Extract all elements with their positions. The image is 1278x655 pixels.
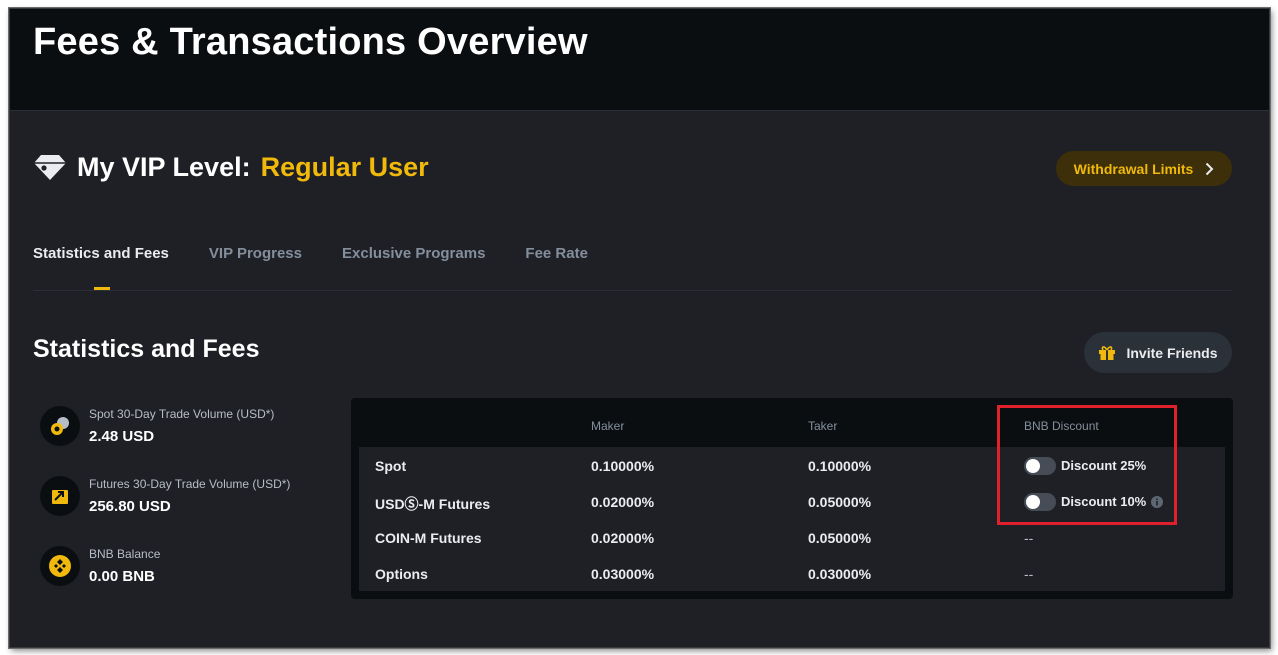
invite-friends-button[interactable]: Invite Friends [1084, 332, 1232, 373]
withdrawal-limits-button[interactable]: Withdrawal Limits [1056, 151, 1232, 186]
chevron-right-icon [1205, 162, 1214, 176]
stat-futures-volume: Futures 30-Day Trade Volume (USD*) 256.8… [40, 476, 290, 516]
annotation-highlight-box [997, 405, 1177, 525]
maker-fee: 0.10000% [591, 458, 655, 474]
taker-fee: 0.05000% [808, 530, 872, 546]
taker-fee: 0.05000% [808, 494, 872, 510]
futures-volume-icon [40, 476, 80, 516]
page-title: Fees & Transactions Overview [33, 21, 588, 63]
tab-vip-progress[interactable]: VIP Progress [209, 245, 302, 262]
tabs-divider [33, 290, 1232, 291]
bnb-discount-empty: -- [1024, 566, 1034, 582]
row-name: USDⓈ-M Futures [375, 496, 491, 512]
invite-friends-label: Invite Friends [1126, 344, 1218, 361]
vip-level-row: My VIP Level: Regular User [33, 149, 429, 185]
maker-fee: 0.03000% [591, 566, 655, 582]
section-title: Statistics and Fees [33, 335, 260, 363]
vip-diamond-icon [33, 152, 67, 182]
stat-value: 0.00 BNB [89, 568, 155, 585]
tab-fee-rate[interactable]: Fee Rate [525, 245, 588, 262]
withdrawal-limits-label: Withdrawal Limits [1073, 160, 1194, 177]
app-window: Fees & Transactions Overview My VIP Leve… [9, 8, 1270, 648]
stat-label: Futures 30-Day Trade Volume (USD*) [89, 477, 291, 491]
tab-bar: Statistics and Fees VIP Progress Exclusi… [33, 245, 628, 262]
taker-fee: 0.03000% [808, 566, 872, 582]
stat-spot-volume: Spot 30-Day Trade Volume (USD*) 2.48 USD [40, 406, 274, 446]
vip-level-value: Regular User [260, 151, 429, 182]
column-header-taker: Taker [808, 419, 838, 433]
stat-value: 2.48 USD [89, 428, 155, 445]
stat-value: 256.80 USD [89, 498, 171, 515]
bnb-icon [40, 546, 80, 586]
bnb-discount-empty: -- [1024, 530, 1034, 546]
row-name: Options [375, 566, 428, 582]
stat-label: BNB Balance [89, 547, 161, 561]
row-name: COIN-M Futures [375, 530, 482, 546]
stat-bnb-balance: BNB Balance 0.00 BNB [40, 546, 160, 586]
spot-volume-icon [40, 406, 80, 446]
tab-statistics-and-fees[interactable]: Statistics and Fees [33, 245, 169, 262]
page-header: Fees & Transactions Overview [10, 9, 1269, 111]
tab-exclusive-programs[interactable]: Exclusive Programs [342, 245, 485, 262]
vip-level-label: My VIP Level: [77, 151, 251, 182]
maker-fee: 0.02000% [591, 530, 655, 546]
row-name: Spot [375, 458, 407, 474]
gift-icon [1098, 345, 1116, 361]
stat-label: Spot 30-Day Trade Volume (USD*) [89, 407, 275, 421]
column-header-maker: Maker [591, 419, 625, 433]
taker-fee: 0.10000% [808, 458, 872, 474]
maker-fee: 0.02000% [591, 494, 655, 510]
